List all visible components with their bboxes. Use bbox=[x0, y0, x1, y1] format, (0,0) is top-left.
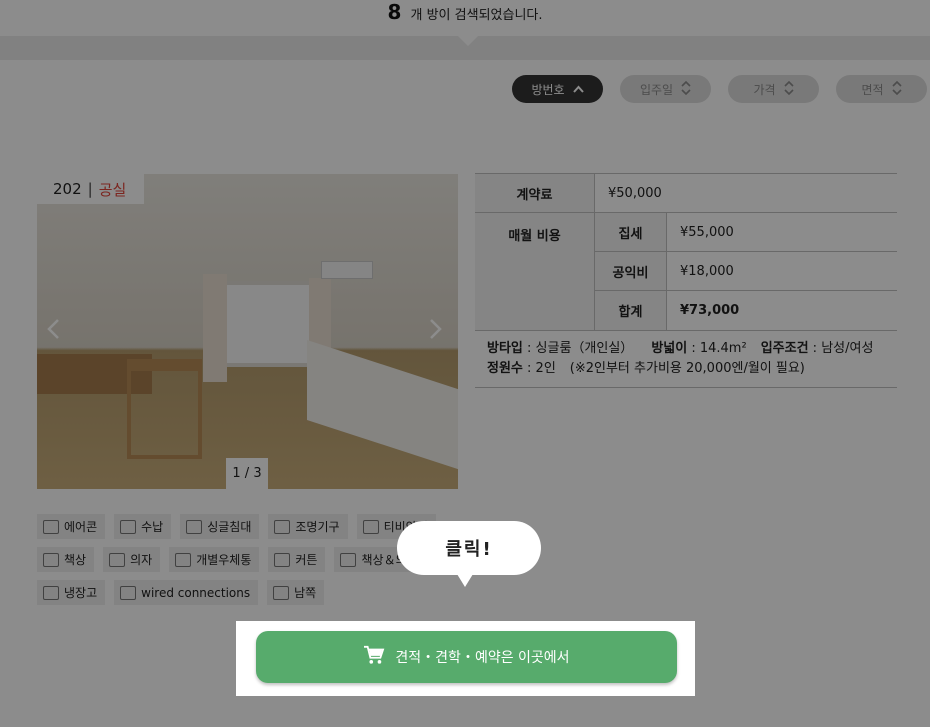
inquiry-button[interactable]: 견적・견학・예약은 이곳에서 bbox=[256, 631, 677, 683]
click-tooltip-tail bbox=[457, 574, 473, 587]
inquiry-button-label: 견적・견학・예약은 이곳에서 bbox=[395, 650, 570, 666]
click-tooltip: 클릭! bbox=[397, 521, 541, 575]
cart-icon bbox=[363, 645, 385, 669]
dim-overlay bbox=[0, 0, 930, 727]
